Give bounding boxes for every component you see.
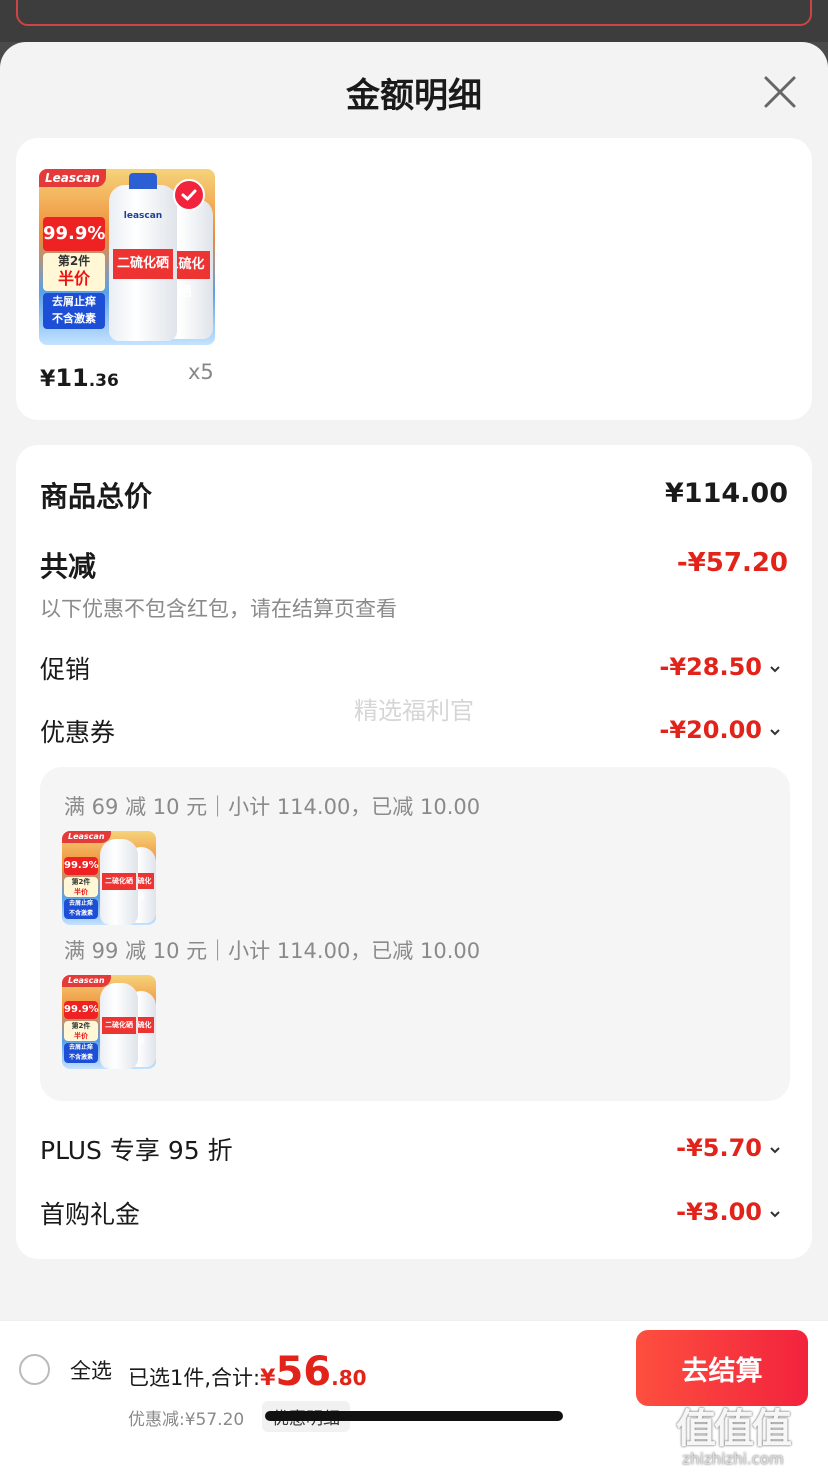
bottle-brand: leascan (123, 211, 163, 221)
order-summary: 已选1件,合计:¥56.80 (128, 1349, 367, 1395)
home-indicator (265, 1411, 563, 1421)
plus-discount-label: PLUS 专享 95 折 (40, 1136, 233, 1165)
dandruff-badge: 去屑止痒 不含激素 (43, 293, 105, 329)
background-page-strip (0, 0, 828, 42)
price-detail-card: 商品总价 ¥114.00 共减 -¥57.20 以下优惠不包含红包，请在结算页查… (16, 445, 812, 1259)
discount-summary: 优惠减:¥57.20 (128, 1410, 245, 1430)
chevron-down-icon[interactable] (768, 725, 782, 739)
select-all-label[interactable]: 全选 (70, 1355, 112, 1385)
coupon-product-image: Leascan 二硫化硒 二硫化硒 99.9% 第2件 半价 去屑止痒 不含激素 (62, 975, 156, 1069)
total-reduction-label: 共减 (40, 550, 97, 583)
site-watermark: 值值值 zhizhizhi.com (676, 1406, 792, 1468)
plus-discount-value[interactable]: -¥5.70 (676, 1134, 762, 1162)
promotion-value[interactable]: -¥28.50 (659, 653, 762, 681)
coupon-label: 优惠券 (40, 718, 116, 747)
total-reduction-value: -¥57.20 (676, 548, 788, 578)
product-price: ¥11.36 (40, 364, 119, 392)
coupon-rule: 满 99 减 10 元｜小计 114.00，已减 10.00 (64, 939, 481, 963)
promotion-label: 促销 (40, 655, 91, 684)
check-circle-icon[interactable] (173, 179, 205, 211)
select-all-radio[interactable] (19, 1354, 50, 1385)
reduction-note: 以下优惠不包含红包，请在结算页查看 (40, 597, 397, 621)
coupon-product-image: Leascan 二硫化硒 二硫化硒 99.9% 第2件 半价 去屑止痒 不含激素 (62, 831, 156, 925)
second-half-price-badge: 第2件 半价 (43, 253, 105, 291)
chevron-down-icon[interactable] (768, 1207, 782, 1221)
coupon-rule: 满 69 减 10 元｜小计 114.00，已减 10.00 (64, 795, 481, 819)
product-quantity: x5 (188, 360, 214, 384)
antibacterial-badge: 99.9% (43, 217, 105, 251)
total-price-label: 商品总价 (40, 480, 153, 513)
coupon-value[interactable]: -¥20.00 (659, 716, 762, 744)
close-icon[interactable] (762, 74, 798, 110)
chevron-down-icon[interactable] (768, 1143, 782, 1157)
checkout-button[interactable]: 去结算 (636, 1330, 808, 1406)
product-card: Leascan 二硫化硒 leascan 二硫化硒 99.9% 第2件 半价 去… (16, 138, 812, 420)
coupon-breakdown: 满 69 减 10 元｜小计 114.00，已减 10.00 Leascan 二… (40, 767, 790, 1101)
product-bottle-front: leascan 二硫化硒 (109, 173, 177, 341)
chevron-down-icon[interactable] (768, 662, 782, 676)
first-purchase-label: 首购礼金 (40, 1200, 141, 1229)
product-brand: Leascan (39, 169, 106, 187)
sheet-title: 金额明细 (346, 76, 482, 116)
amount-detail-sheet: 金额明细 Leascan 二硫化硒 leascan 二硫化硒 99.9% 第2件… (0, 42, 828, 1479)
bottle-label: 二硫化硒 (113, 249, 173, 279)
total-price-value: ¥114.00 (665, 478, 788, 509)
first-purchase-value[interactable]: -¥3.00 (676, 1198, 762, 1226)
background-red-outline (16, 0, 812, 26)
